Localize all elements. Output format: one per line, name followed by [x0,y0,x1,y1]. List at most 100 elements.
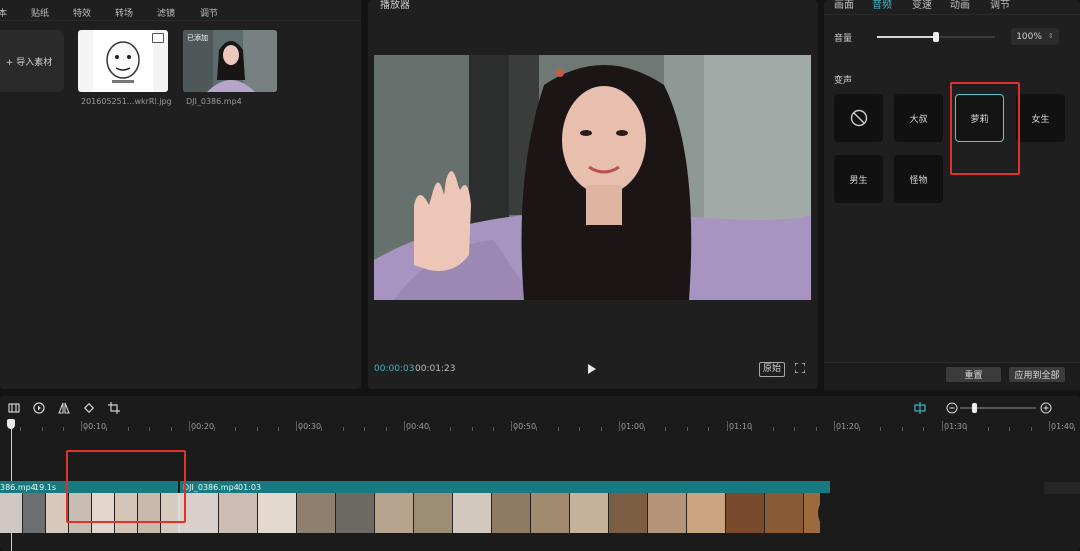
ruler-minor-tick [536,427,537,431]
clip-duration: 01:03 [238,483,262,492]
ruler-minor-tick [622,427,623,431]
properties-panel: 画面 音频 变速 动画 调节 音量 100% ⇕ 变声 大叔 萝莉 女生 男生 … [824,0,1080,390]
ruler-minor-tick [1031,427,1032,431]
filmstrip-frame [297,493,336,533]
ruler-minor-tick [171,427,172,431]
ruler-minor-tick [665,427,666,431]
ruler-minor-tick [880,427,881,431]
clip-name: 386.mp4 [0,483,36,492]
ruler-minor-tick [493,427,494,431]
ruler-minor-tick [902,427,903,431]
player-title: 播放器 [380,0,410,11]
voice-option-male[interactable]: 男生 [834,155,883,203]
ruler-tick-label: 01:40 [1051,422,1075,431]
ratio-button[interactable]: 原始 [759,362,785,377]
playhead-handle[interactable] [7,419,15,429]
ruler-tick-label: 00:20 [191,422,215,431]
split-icon[interactable] [8,402,20,414]
volume-slider-fill [877,36,936,38]
ruler-minor-tick [450,427,451,431]
ruler-minor-tick [429,427,430,431]
clip-filmstrip[interactable] [180,493,820,533]
ruler-minor-tick [859,427,860,431]
ruler-minor-tick [42,427,43,431]
import-media-button[interactable]: + 导入素材 [0,30,64,92]
tab-transitions[interactable]: 转场 [115,6,133,19]
ruler-minor-tick [407,427,408,431]
zoom-slider-handle[interactable] [972,403,978,413]
highlight-box [950,82,1020,175]
ruler-minor-tick [106,427,107,431]
tab-adjust[interactable]: 调节 [200,6,218,19]
clip-duration: 19.1s [34,483,56,492]
ruler-minor-tick [644,427,645,431]
ruler-minor-tick [708,427,709,431]
property-tabs: 画面 音频 变速 动画 调节 [824,0,1080,15]
crop-icon[interactable] [108,402,120,414]
snap-icon[interactable] [914,402,926,414]
ruler-tick-label: 00:40 [406,422,430,431]
ruler-minor-tick [386,427,387,431]
filmstrip-frame [648,493,687,533]
stepper-icon[interactable]: ⇕ [1048,33,1054,40]
rotate-icon[interactable] [83,402,95,414]
zoom-out-icon[interactable] [946,402,958,414]
video-preview[interactable] [374,55,811,300]
clip-header[interactable] [180,481,830,493]
mirror-icon[interactable] [58,402,70,414]
voice-option-none[interactable] [834,94,883,142]
ruler-minor-tick [687,427,688,431]
media-thumb-image[interactable] [78,30,168,92]
filmstrip-frame [219,493,258,533]
voice-option-monster[interactable]: 怪物 [894,155,943,203]
filmstrip-frame [375,493,414,533]
ruler-tick [942,421,943,431]
tab-audio[interactable]: 音频 [872,0,892,11]
playback-icon[interactable] [33,402,45,414]
volume-value: 100% [1016,31,1042,42]
ruler-minor-tick [343,427,344,431]
volume-input[interactable]: 100% ⇕ [1011,28,1059,45]
play-icon[interactable] [588,364,596,374]
filmstrip-frame [414,493,453,533]
tab-effects[interactable]: 特效 [73,6,91,19]
ruler-minor-tick [988,427,989,431]
tab-animation[interactable]: 动画 [950,0,970,11]
media-thumb-video[interactable]: 已添加 [183,30,277,92]
zoom-in-icon[interactable] [1040,402,1052,414]
fullscreen-icon[interactable] [795,363,805,373]
tab-speed[interactable]: 变速 [912,0,932,11]
filmstrip-frame [0,493,23,533]
voice-change-label: 变声 [834,76,853,86]
filmstrip-frame [492,493,531,533]
apply-all-button[interactable]: 应用到全部 [1009,367,1065,382]
voice-option-female[interactable]: 女生 [1016,94,1065,142]
none-icon [850,109,867,127]
tab-stickers[interactable]: 贴纸 [31,6,49,19]
voice-option-label: 男生 [849,175,868,186]
ruler-minor-tick [945,427,946,431]
tab-text[interactable]: 本 [0,6,7,19]
voice-option-uncle[interactable]: 大叔 [894,94,943,142]
volume-slider-handle[interactable] [933,32,939,42]
current-time: 00:00:03 [374,364,415,374]
ruler-minor-tick [923,427,924,431]
tab-filters[interactable]: 滤镜 [157,6,175,19]
ruler-tick [727,421,728,431]
reset-button[interactable]: 重置 [946,367,1001,382]
ruler-minor-tick [816,427,817,431]
filmstrip-frame [531,493,570,533]
volume-slider[interactable] [877,32,995,42]
ruler-minor-tick [1009,427,1010,431]
filmstrip-frame [687,493,726,533]
player-panel: 播放器 00:00:03 00:01:23 原始 [368,0,818,389]
ruler-minor-tick [579,427,580,431]
ruler-tick-label: 00:10 [83,422,107,431]
tab-adjust[interactable]: 调节 [990,0,1010,11]
ruler-minor-tick [558,427,559,431]
ratio-label: 原始 [762,364,781,374]
ruler-minor-tick [1074,427,1075,431]
ruler-tick [619,421,620,431]
added-badge: 已添加 [187,34,208,42]
tab-picture[interactable]: 画面 [834,0,854,11]
